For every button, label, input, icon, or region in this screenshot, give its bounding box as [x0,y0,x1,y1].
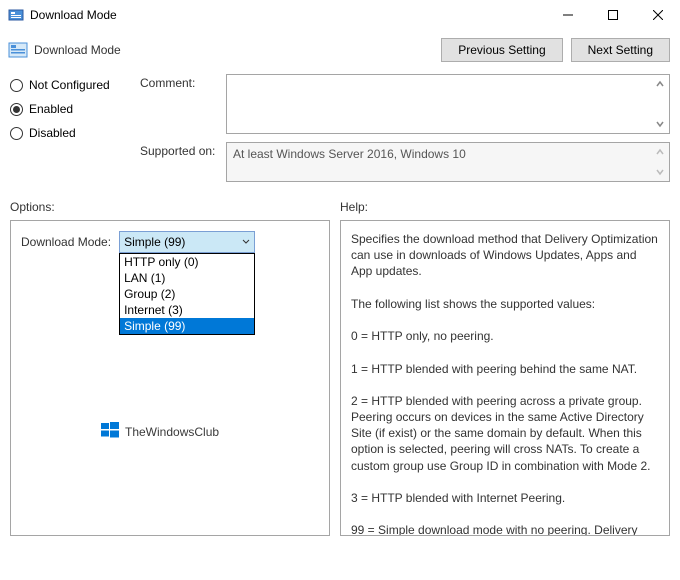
section-labels: Options: Help: [0,196,680,220]
radio-icon [10,127,23,140]
options-label: Options: [10,200,340,214]
scroll-down-icon[interactable] [653,117,667,131]
download-mode-label: Download Mode: [21,235,111,249]
scroll-up-icon[interactable] [653,77,667,91]
combo-item[interactable]: Internet (3) [120,302,254,318]
windows-logo-icon [101,421,119,442]
help-text: Specifies the download method that Deliv… [351,231,659,536]
radio-icon [10,103,23,116]
titlebar: Download Mode [0,0,680,30]
radio-label: Disabled [29,126,76,140]
chevron-down-icon [238,239,254,245]
radio-enabled[interactable]: Enabled [10,102,140,116]
fields: Comment: Supported on: At least Windows … [140,74,670,190]
page-title: Download Mode [34,43,433,57]
radio-disabled[interactable]: Disabled [10,126,140,140]
previous-setting-button[interactable]: Previous Setting [441,38,562,62]
watermark: TheWindowsClub [101,421,219,442]
scroll-down-icon[interactable] [653,165,667,179]
comment-input[interactable] [226,74,670,134]
download-mode-combo[interactable]: Simple (99) HTTP only (0) LAN (1) Group … [119,231,255,253]
window-title: Download Mode [30,8,545,22]
next-setting-button[interactable]: Next Setting [571,38,670,62]
minimize-button[interactable] [545,0,590,30]
radio-dot-icon [13,106,20,113]
supported-on-text: At least Windows Server 2016, Windows 10 [233,147,466,161]
help-panel: Specifies the download method that Deliv… [340,220,670,536]
combo-item[interactable]: Group (2) [120,286,254,302]
combo-item[interactable]: LAN (1) [120,270,254,286]
radio-not-configured[interactable]: Not Configured [10,78,140,92]
supported-on-label: Supported on: [140,142,226,182]
combo-item[interactable]: Simple (99) [120,318,254,334]
close-button[interactable] [635,0,680,30]
config-section: Not Configured Enabled Disabled Comment:… [0,74,680,196]
radio-label: Not Configured [29,78,110,92]
panels: Download Mode: Simple (99) HTTP only (0)… [0,220,680,546]
help-label: Help: [340,200,368,214]
policy-icon [8,40,28,60]
combo-selected-value: Simple (99) [124,235,238,249]
combo-dropdown: HTTP only (0) LAN (1) Group (2) Internet… [119,253,255,335]
download-mode-row: Download Mode: Simple (99) HTTP only (0)… [21,231,319,253]
window-controls [545,0,680,30]
scroll-up-icon[interactable] [653,145,667,159]
maximize-button[interactable] [590,0,635,30]
options-panel: Download Mode: Simple (99) HTTP only (0)… [10,220,330,536]
combo-item[interactable]: HTTP only (0) [120,254,254,270]
radio-label: Enabled [29,102,73,116]
comment-label: Comment: [140,74,226,134]
header: Download Mode Previous Setting Next Sett… [0,30,680,74]
state-radios: Not Configured Enabled Disabled [10,74,140,190]
radio-icon [10,79,23,92]
app-icon [8,7,24,23]
combo-box[interactable]: Simple (99) [119,231,255,253]
supported-on-value: At least Windows Server 2016, Windows 10 [226,142,670,182]
watermark-text: TheWindowsClub [125,425,219,439]
